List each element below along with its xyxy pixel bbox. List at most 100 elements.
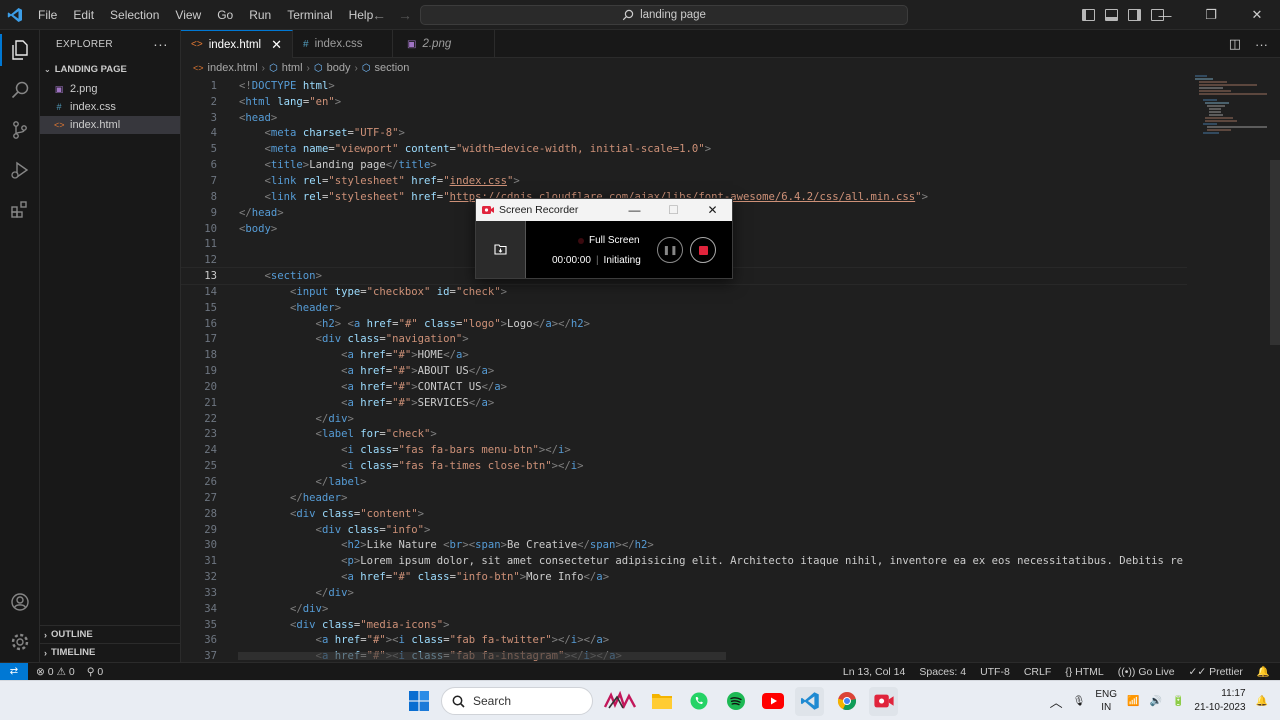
- clock[interactable]: 11:17 21-10-2023: [1194, 687, 1245, 715]
- menu-file[interactable]: File: [30, 0, 65, 30]
- code-line: 17 <div class="navigation">: [181, 332, 1187, 348]
- recorder-title: Screen Recorder: [499, 204, 579, 216]
- volume-icon[interactable]: 🔊: [1149, 696, 1161, 707]
- taskbar-vscode[interactable]: [795, 686, 824, 716]
- accounts-icon[interactable]: [0, 582, 40, 622]
- command-center-search[interactable]: landing page: [420, 5, 908, 25]
- menu-selection[interactable]: Selection: [102, 0, 167, 30]
- breadcrumb-section[interactable]: section: [375, 62, 410, 74]
- css-file-icon: #: [56, 102, 62, 112]
- notifications-bell-icon[interactable]: 🔔: [1257, 665, 1270, 678]
- recorder-minimize-button[interactable]: —: [615, 199, 654, 221]
- recorder-close-button[interactable]: ✕: [693, 199, 732, 221]
- microphone-icon[interactable]: 🎙: [1073, 696, 1086, 707]
- notifications-icon[interactable]: 🔔: [1256, 696, 1268, 707]
- code-line: 29 <div class="info">: [181, 522, 1187, 538]
- go-live-button[interactable]: ((•)) Go Live: [1118, 666, 1175, 678]
- explorer-more-button[interactable]: ···: [153, 36, 168, 52]
- file-item-index-html[interactable]: <> index.html: [40, 116, 180, 134]
- file-item-index-css[interactable]: # index.css: [40, 98, 180, 116]
- file-encoding[interactable]: UTF-8: [980, 666, 1010, 678]
- menu-edit[interactable]: Edit: [65, 0, 102, 30]
- toggle-secondary-sidebar-icon[interactable]: [1128, 9, 1141, 21]
- chevron-right-icon: ›: [306, 62, 310, 74]
- code-line: 14 <input type="checkbox" id="check">: [181, 284, 1187, 300]
- close-button[interactable]: ✕: [1234, 0, 1280, 30]
- capture-mode: Full Screen: [578, 235, 640, 246]
- settings-gear-icon[interactable]: [0, 622, 40, 662]
- taskbar-chrome[interactable]: [832, 687, 861, 716]
- line-number: 17: [204, 333, 217, 346]
- code-editor[interactable]: 1 <!DOCTYPE html> 2 <html lang="en"> 3 <hea…: [181, 78, 1187, 662]
- horizontal-scrollbar[interactable]: [238, 652, 726, 660]
- restore-button[interactable]: ❐: [1188, 0, 1234, 30]
- prettier-status[interactable]: ✓✓ Prettier: [1189, 666, 1243, 678]
- source-control-icon[interactable]: [0, 110, 40, 150]
- windows-taskbar: Search ︿ 🎙 ENG IN 📶 🔊 🔋 11:17 21-10-2023…: [0, 680, 1280, 720]
- taskbar-file-explorer[interactable]: [647, 687, 676, 716]
- minimap[interactable]: [1187, 58, 1280, 662]
- youtube-icon: [761, 693, 784, 709]
- language-mode[interactable]: {} HTML: [1065, 666, 1104, 678]
- problems-indicator[interactable]: ⊗ 0 ⚠ 0: [36, 666, 75, 678]
- line-number: 23: [204, 428, 217, 441]
- minimize-button[interactable]: —: [1142, 0, 1188, 30]
- ports-indicator[interactable]: ⚲ 0: [87, 666, 103, 678]
- outline-section[interactable]: › OUTLINE: [40, 625, 181, 643]
- indentation[interactable]: Spaces: 4: [919, 666, 966, 678]
- timeline-section[interactable]: › TIMELINE: [40, 643, 181, 661]
- input-language[interactable]: ENG IN: [1095, 688, 1117, 714]
- show-hidden-icons-chevron-icon[interactable]: ︿: [1050, 692, 1063, 711]
- recording-time-row: 00:00:00 | Initiating: [552, 255, 641, 266]
- vertical-scrollbar[interactable]: [1270, 58, 1280, 662]
- forward-arrow-icon[interactable]: →: [398, 7, 412, 23]
- tab-index-css[interactable]: # index.css: [293, 30, 394, 58]
- code-line: 18 <a href="#">HOME</a>: [181, 347, 1187, 363]
- menu-go[interactable]: Go: [209, 0, 241, 30]
- folder-icon: [494, 244, 507, 255]
- end-of-line[interactable]: CRLF: [1024, 666, 1051, 678]
- battery-icon[interactable]: 🔋: [1172, 696, 1184, 707]
- taskbar-youtube[interactable]: [758, 687, 787, 716]
- cursor-position[interactable]: Ln 13, Col 14: [843, 666, 905, 678]
- menu-terminal[interactable]: Terminal: [279, 0, 340, 30]
- remote-indicator-icon[interactable]: ⇄: [0, 662, 28, 681]
- chevron-right-icon: ›: [354, 62, 358, 74]
- file-label: index.css: [70, 101, 116, 113]
- run-debug-icon[interactable]: [0, 150, 40, 190]
- menu-run[interactable]: Run: [241, 0, 279, 30]
- extensions-icon[interactable]: [0, 190, 40, 230]
- toggle-panel-icon[interactable]: [1105, 9, 1118, 21]
- back-arrow-icon[interactable]: ←: [372, 7, 386, 23]
- close-icon[interactable]: ✕: [271, 37, 282, 53]
- tab-2-png[interactable]: ▣ 2.png: [393, 30, 496, 58]
- file-item-2-png[interactable]: ▣ 2.png: [40, 80, 180, 98]
- start-button[interactable]: [404, 687, 433, 716]
- menu-view[interactable]: View: [167, 0, 209, 30]
- explorer-icon[interactable]: [0, 30, 40, 70]
- breadcrumb-file[interactable]: index.html: [208, 62, 258, 74]
- taskbar-search-box[interactable]: Search: [441, 687, 593, 715]
- folder-landing-page[interactable]: ⌄ LANDING PAGE: [40, 58, 180, 80]
- taskbar-whatsapp[interactable]: [684, 687, 713, 716]
- scrollbar-thumb[interactable]: [1270, 160, 1280, 345]
- breadcrumb-html[interactable]: html: [282, 62, 303, 74]
- code-line: 4 <meta charset="UTF-8">: [181, 126, 1187, 142]
- stop-button[interactable]: [690, 237, 716, 263]
- pause-button[interactable]: ❚❚: [657, 237, 683, 263]
- search-icon[interactable]: [0, 70, 40, 110]
- toggle-primary-sidebar-icon[interactable]: [1082, 9, 1095, 21]
- taskbar-spotify[interactable]: [721, 687, 750, 716]
- recorder-maximize-button[interactable]: ☐: [654, 199, 693, 221]
- taskbar-screen-recorder[interactable]: [869, 686, 898, 716]
- breadcrumb-body[interactable]: body: [327, 62, 351, 74]
- wifi-icon[interactable]: 📶: [1127, 696, 1139, 707]
- open-folder-button[interactable]: [476, 221, 526, 278]
- chevron-down-icon: ⌄: [44, 64, 51, 74]
- chevron-right-icon: ›: [44, 629, 47, 640]
- split-editor-icon[interactable]: ◫: [1229, 36, 1241, 52]
- more-actions-icon[interactable]: ···: [1255, 37, 1268, 52]
- tab-index-html[interactable]: <> index.html ✕: [181, 30, 294, 58]
- taskbar-app-artwork[interactable]: [601, 687, 639, 716]
- warning-count: 0: [68, 665, 75, 678]
